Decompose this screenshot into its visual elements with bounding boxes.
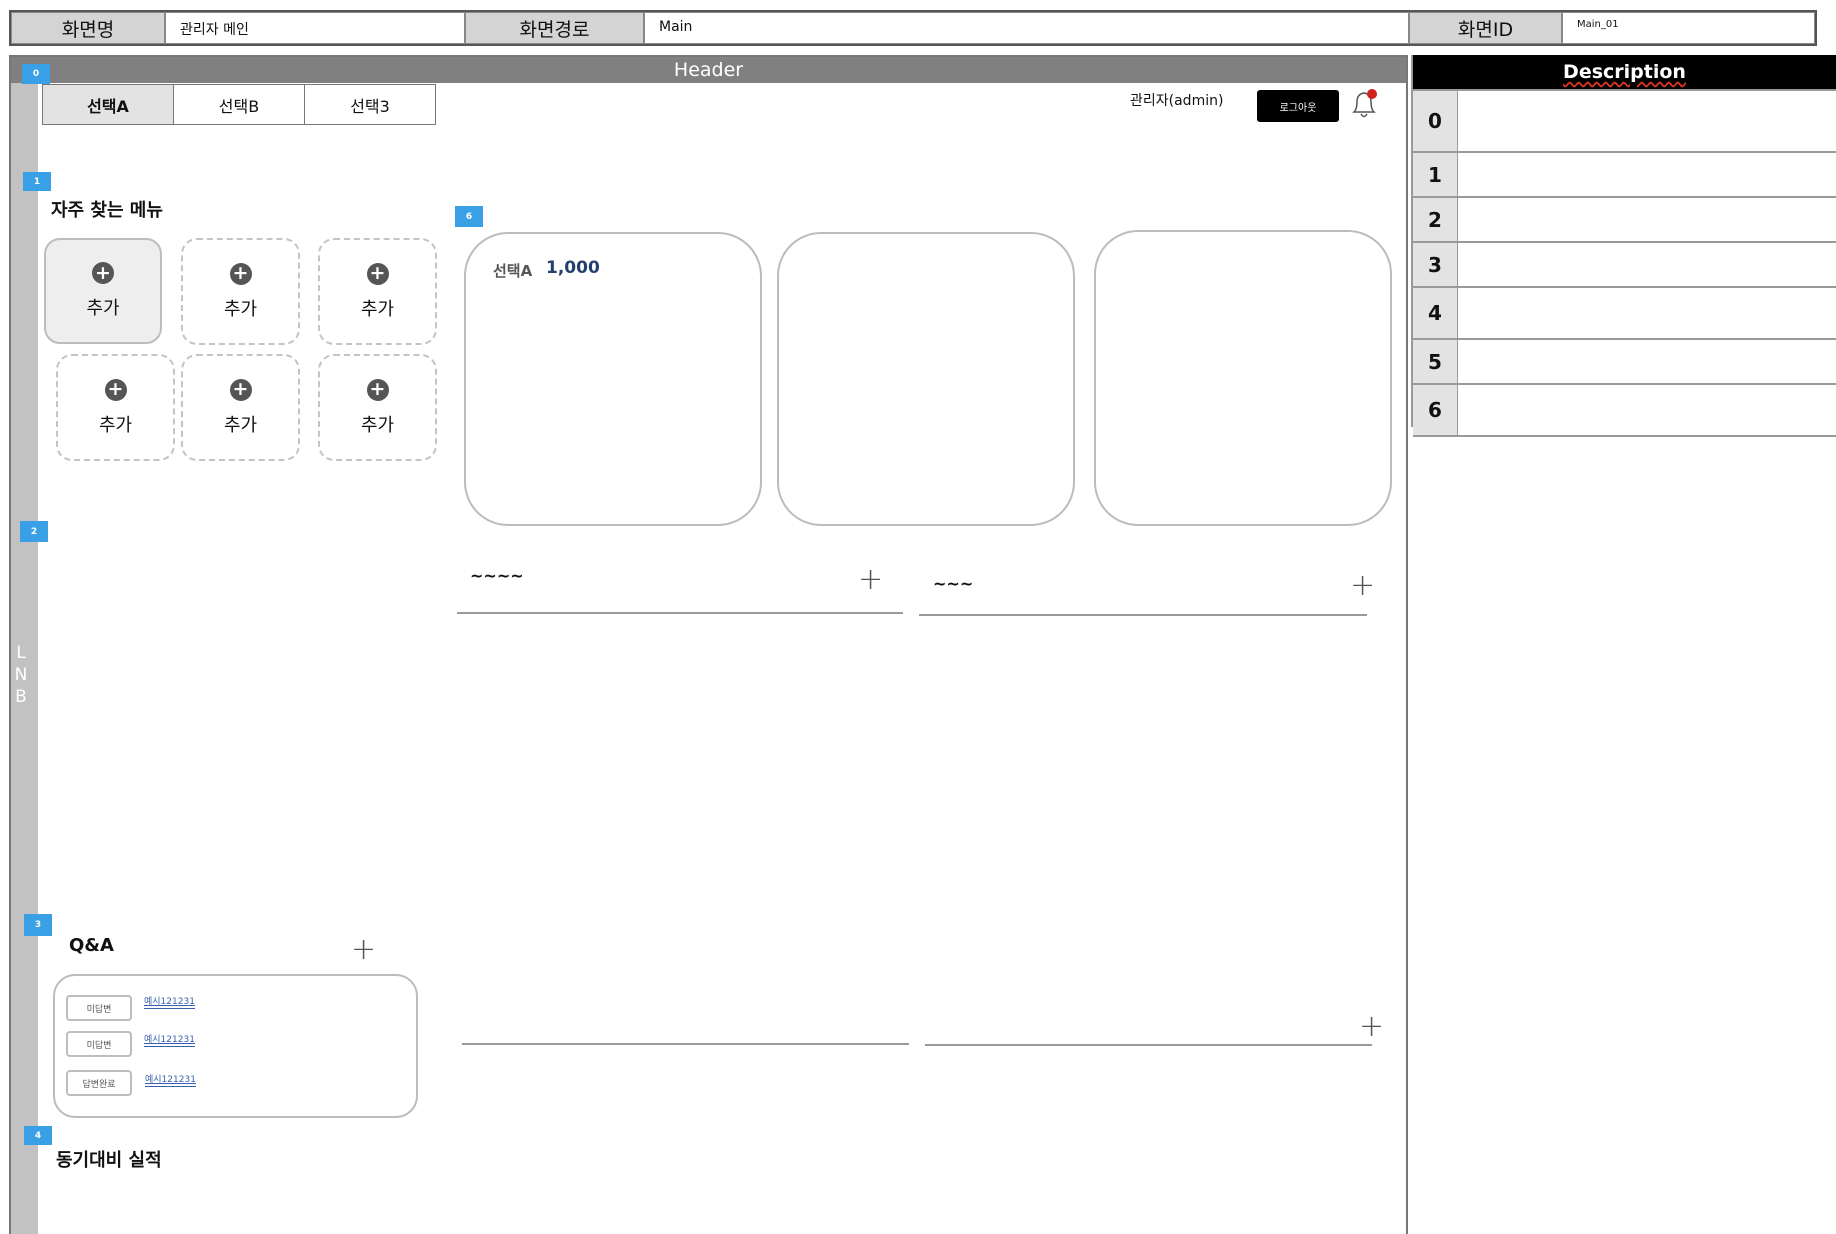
qa-add-icon[interactable]: + — [351, 935, 376, 965]
qa-status-badge: 미답변 — [66, 995, 132, 1021]
favorite-add-tile-5[interactable]: + 추가 — [181, 354, 300, 461]
description-row-body — [1458, 91, 1836, 151]
summary-card-label: 선택A — [493, 262, 533, 280]
description-row-number: 5 — [1413, 340, 1458, 383]
list-4-divider — [925, 1044, 1372, 1046]
favorite-add-label: 추가 — [223, 298, 258, 320]
add-circle-icon: + — [92, 262, 114, 284]
list-4-add-icon[interactable]: + — [1359, 1012, 1384, 1042]
description-row-5: 5 — [1413, 340, 1836, 385]
add-circle-icon: + — [366, 262, 389, 285]
section-badge-2: 2 — [20, 521, 48, 542]
list-2-add-icon[interactable]: + — [1350, 571, 1375, 601]
section-badge-1: 1 — [23, 172, 51, 191]
lnb-label: L N B — [11, 642, 31, 708]
yoy-performance-title: 동기대비 실적 — [56, 1150, 162, 1171]
screen-id-label: 화면ID — [1409, 12, 1562, 44]
qa-status-badge: 미답변 — [66, 1031, 132, 1057]
header-bar: Header — [11, 57, 1406, 83]
description-header-text: Description — [1563, 61, 1686, 83]
add-circle-icon: + — [229, 378, 252, 401]
description-row-body — [1458, 153, 1836, 196]
description-row-body — [1458, 288, 1836, 338]
tab-b[interactable]: 선택B — [173, 84, 305, 125]
notification-bell-icon[interactable] — [1349, 88, 1379, 122]
description-panel: Description 0 1 2 3 4 5 6 — [1411, 55, 1836, 437]
favorite-add-tile-3[interactable]: + 추가 — [318, 238, 437, 345]
description-row-2: 2 — [1413, 198, 1836, 243]
lnb-letter-n: N — [14, 665, 28, 685]
description-row-body — [1458, 198, 1836, 241]
summary-card-3[interactable] — [1094, 230, 1392, 526]
description-row-number: 4 — [1413, 288, 1458, 338]
favorite-add-tile-6[interactable]: + 추가 — [318, 354, 437, 461]
list-2-title: ~~~ — [933, 574, 974, 593]
summary-card-value: 1,000 — [546, 258, 600, 278]
lnb-letter-b: B — [15, 687, 27, 707]
lnb-letter-l: L — [16, 643, 26, 663]
screen-id-value: Main_01 — [1562, 12, 1815, 44]
description-row-3: 3 — [1413, 243, 1836, 288]
list-2-divider — [919, 614, 1367, 616]
admin-user-name: 관리자(admin) — [1130, 93, 1224, 109]
description-row-4: 4 — [1413, 288, 1836, 340]
description-row-number: 1 — [1413, 153, 1458, 196]
qa-title: Q&A — [69, 935, 114, 956]
description-row-body — [1458, 385, 1836, 435]
logout-button[interactable]: 로그아웃 — [1257, 90, 1339, 122]
tab-3[interactable]: 선택3 — [304, 84, 436, 125]
list-3-divider — [462, 1043, 909, 1045]
section-badge-3: 3 — [24, 914, 52, 936]
favorite-add-label: 추가 — [86, 298, 120, 319]
favorite-add-tile-2[interactable]: + 추가 — [181, 238, 300, 345]
favorite-add-label: 추가 — [360, 298, 395, 320]
favorites-title: 자주 찾는 메뉴 — [51, 200, 163, 221]
description-row-6: 6 — [1413, 385, 1836, 437]
description-row-number: 2 — [1413, 198, 1458, 241]
summary-card-2[interactable] — [777, 232, 1075, 526]
add-circle-icon: + — [366, 378, 389, 401]
list-1-divider — [457, 612, 903, 614]
summary-card-1[interactable]: 선택A 1,000 — [464, 232, 762, 526]
description-row-number: 0 — [1413, 91, 1458, 151]
favorite-add-tile-1[interactable]: + 추가 — [44, 238, 162, 344]
favorite-add-tile-4[interactable]: + 추가 — [56, 354, 175, 461]
qa-question-link[interactable]: 예시121231 — [144, 1035, 195, 1047]
screen-path-value: Main — [644, 12, 1409, 44]
qa-question-link[interactable]: 예시121231 — [145, 1075, 196, 1087]
description-row-0: 0 — [1413, 89, 1836, 153]
section-badge-0: 0 — [22, 64, 50, 84]
screen-name-value: 관리자 메인 — [165, 12, 465, 44]
description-row-body — [1458, 340, 1836, 383]
section-badge-4: 4 — [24, 1126, 52, 1145]
tab-a[interactable]: 선택A — [42, 84, 174, 125]
screen-name-label: 화면명 — [11, 12, 165, 44]
description-row-number: 3 — [1413, 243, 1458, 286]
description-header: Description — [1413, 55, 1836, 89]
section-badge-6: 6 — [455, 206, 483, 227]
list-1-title: ~~~~ — [470, 566, 524, 585]
description-row-1: 1 — [1413, 153, 1836, 198]
add-circle-icon: + — [229, 262, 252, 285]
favorite-add-label: 추가 — [98, 414, 133, 436]
add-circle-icon: + — [104, 378, 127, 401]
qa-status-badge: 답변완료 — [66, 1070, 132, 1096]
screen-path-label: 화면경로 — [465, 12, 644, 44]
description-row-body — [1458, 243, 1836, 286]
description-row-number: 6 — [1413, 385, 1458, 435]
favorite-add-label: 추가 — [223, 414, 258, 436]
qa-question-link[interactable]: 예시121231 — [144, 997, 195, 1009]
favorite-add-label: 추가 — [360, 414, 395, 436]
list-1-add-icon[interactable]: + — [858, 565, 883, 595]
